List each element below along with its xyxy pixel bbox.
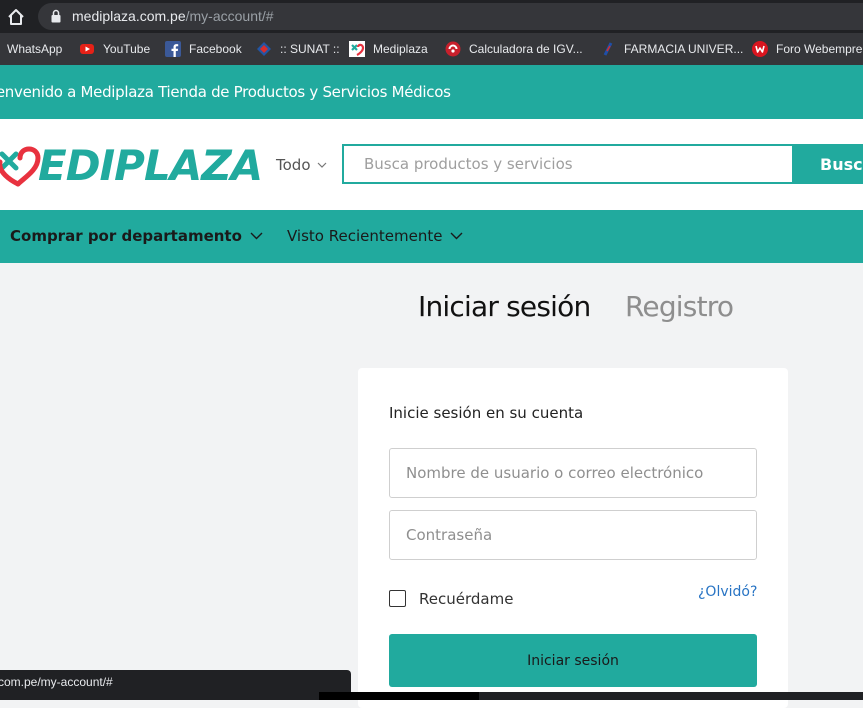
calculator-icon xyxy=(445,41,461,57)
sunat-icon xyxy=(257,42,271,56)
bookmark-label: FARMACIA UNIVER... xyxy=(624,42,744,56)
chevron-down-icon xyxy=(450,232,463,240)
taskbar-segment xyxy=(319,692,479,700)
tab-login[interactable]: Iniciar sesión xyxy=(418,290,591,323)
status-url: com.pe/my-account/# xyxy=(0,675,113,689)
bookmark-label: :: SUNAT :: xyxy=(280,42,340,56)
bookmark-label: YouTube xyxy=(103,42,151,56)
lock-icon[interactable] xyxy=(50,9,62,23)
forgot-password-link[interactable]: ¿Olvidó? xyxy=(698,584,757,600)
chevron-down-icon xyxy=(250,232,263,240)
bookmark-sunat[interactable]: :: SUNAT :: xyxy=(256,40,340,58)
browser-url-bar: mediplaza.com.pe/my-account/# xyxy=(0,0,863,33)
taskbar-edge xyxy=(0,692,863,700)
announcement-bar: ienvenido a Mediplaza Tienda de Producto… xyxy=(0,65,863,119)
bookmark-label: WhatsApp xyxy=(7,42,63,56)
bookmark-label: Facebook xyxy=(189,42,242,56)
mediplaza-icon xyxy=(349,41,365,57)
announcement-text: ienvenido a Mediplaza Tienda de Producto… xyxy=(0,83,451,101)
url-path: /my-account/# xyxy=(185,8,274,24)
bookmark-whatsapp[interactable]: WhatsApp xyxy=(7,40,62,58)
search-input[interactable] xyxy=(342,144,794,184)
bookmark-label: Calculadora de IGV... xyxy=(469,42,583,56)
chevron-down-icon xyxy=(317,162,326,168)
remember-checkbox[interactable] xyxy=(389,590,406,607)
youtube-icon xyxy=(80,44,94,54)
bookmark-label: Foro Webempre xyxy=(776,42,863,56)
username-field[interactable] xyxy=(389,448,757,498)
logo-text[interactable]: EDIPLAZA xyxy=(38,141,263,190)
bookmark-label: Mediplaza xyxy=(373,42,428,56)
home-icon[interactable] xyxy=(6,7,26,27)
bookmark-youtube[interactable]: YouTube xyxy=(79,40,150,58)
facebook-icon xyxy=(165,41,181,57)
login-card-title: Inicie sesión en su cuenta xyxy=(389,404,584,422)
password-field[interactable] xyxy=(389,510,757,560)
bookmark-calculadora[interactable]: Calculadora de IGV... xyxy=(445,40,583,58)
nav-departments-label: Comprar por departamento xyxy=(10,227,242,245)
category-select[interactable]: Todo xyxy=(276,156,327,174)
forum-icon xyxy=(752,41,768,57)
pharmacy-icon xyxy=(603,42,613,56)
nav-recent-label: Visto Recientemente xyxy=(287,227,443,245)
category-select-value: Todo xyxy=(276,156,311,174)
tab-register[interactable]: Registro xyxy=(625,290,734,323)
browser-status-bar: com.pe/my-account/# xyxy=(0,670,351,694)
login-button[interactable]: Iniciar sesión xyxy=(389,634,757,687)
url-domain: mediplaza.com.pe xyxy=(72,8,186,24)
nav-departments[interactable]: Comprar por departamento xyxy=(10,227,263,245)
search-button[interactable]: Buscar xyxy=(794,144,863,184)
bookmark-mediplaza[interactable]: Mediplaza xyxy=(349,40,428,58)
bookmark-foro[interactable]: Foro Webempre xyxy=(752,40,862,58)
bookmarks-bar: WhatsApp YouTube Facebook :: SUNAT :: Me… xyxy=(0,33,863,65)
remember-label[interactable]: Recuérdame xyxy=(419,590,513,608)
url-text[interactable]: mediplaza.com.pe/my-account/# xyxy=(72,8,274,24)
nav-recently-viewed[interactable]: Visto Recientemente xyxy=(287,227,463,245)
bookmark-facebook[interactable]: Facebook xyxy=(165,40,242,58)
bookmark-farmacia[interactable]: FARMACIA UNIVER... xyxy=(600,40,743,58)
